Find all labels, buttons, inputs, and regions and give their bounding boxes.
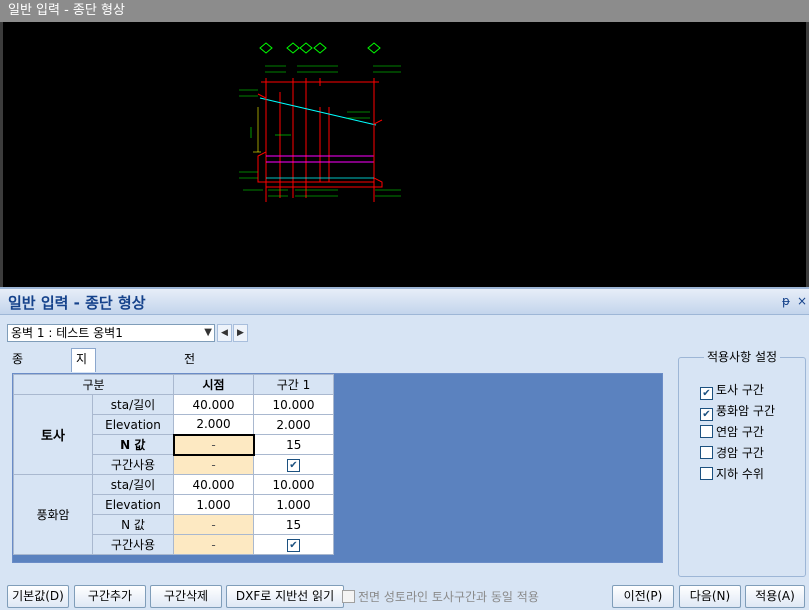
section-lines xyxy=(265,84,375,202)
station-markers xyxy=(259,42,381,54)
cell-section1-checkbox[interactable]: ✔ xyxy=(253,534,334,555)
cad-window-title: 일반 입력 - 종단 형상 xyxy=(0,0,809,22)
option-weathered[interactable]: ✔ 풍화암 구간 xyxy=(700,402,775,421)
weathered-group-label: 풍화암 xyxy=(13,474,93,555)
checkbox[interactable]: ✔ xyxy=(700,387,713,400)
read-dxf-button[interactable]: DXF로 지반선 읽기 xyxy=(226,585,344,608)
table-header-row: 구분 시점 구간 1 xyxy=(13,374,334,395)
table-row: 풍화암 sta/길이 40.000 10.000 xyxy=(13,474,334,555)
cell-section1[interactable]: 15 xyxy=(253,514,334,535)
close-icon[interactable]: × xyxy=(797,294,807,308)
cell-section1[interactable]: 15 xyxy=(253,434,334,455)
check-icon[interactable]: ✔ xyxy=(287,459,300,472)
checkbox[interactable]: ✔ xyxy=(700,408,713,421)
option-hard-rock[interactable]: 경암 구간 xyxy=(700,444,764,461)
cell-section1[interactable]: 1.000 xyxy=(253,494,334,515)
wall-select-value: 옹벽 1 : 테스트 옹벽1 xyxy=(11,326,123,340)
cell-start: - xyxy=(173,454,254,475)
pin-icon[interactable]: ᵽ xyxy=(782,294,790,308)
row-label: 구간사용 xyxy=(92,454,174,475)
delete-section-button[interactable]: 구간삭제 xyxy=(150,585,222,608)
checkbox[interactable] xyxy=(700,425,713,438)
cell-start[interactable]: 40.000 xyxy=(173,474,254,495)
checkbox[interactable] xyxy=(342,590,355,603)
header-section1: 구간 1 xyxy=(253,374,334,395)
cell-start: - xyxy=(173,534,254,555)
cell-start[interactable]: 1.000 xyxy=(173,494,254,515)
input-panel: 일반 입력 - 종단 형상 ᵽ × 옹벽 1 : 테스트 옹벽1 ▼ ◀ ▶ 종… xyxy=(0,287,809,610)
row-label: N 값 xyxy=(92,434,174,455)
cell-section1[interactable]: 2.000 xyxy=(253,414,334,435)
table-row: 토사 sta/길이 40.000 10.000 xyxy=(13,394,334,475)
add-section-button[interactable]: 구간추가 xyxy=(74,585,146,608)
top-labels xyxy=(265,65,401,73)
layer-grid: 구분 시점 구간 1 토사 sta/길이 40.000 10.000 Eleva… xyxy=(13,374,334,555)
row-label: 구간사용 xyxy=(92,534,174,555)
cell-section1[interactable]: 10.000 xyxy=(253,474,334,495)
cad-viewport[interactable] xyxy=(0,22,809,287)
yellow-marks xyxy=(253,107,261,153)
apply-button[interactable]: 적용(A) xyxy=(745,585,805,608)
cell-start[interactable]: 2.000 xyxy=(173,414,254,435)
header-group: 구분 xyxy=(13,374,174,395)
tab-longitudinal[interactable]: 종단 형상 xyxy=(8,349,27,426)
panel-title: 일반 입력 - 종단 형상 xyxy=(8,294,146,312)
side-labels xyxy=(239,89,370,179)
cell-start[interactable]: - xyxy=(173,514,254,535)
chevron-down-icon[interactable]: ▼ xyxy=(204,325,212,341)
tab-front-soil[interactable]: 전면 토사 xyxy=(180,349,199,426)
tab-ground-rock[interactable]: 지반선/암선 정보 xyxy=(71,348,97,486)
checkbox[interactable] xyxy=(700,467,713,480)
bottom-labels xyxy=(243,189,401,197)
cell-start[interactable]: 40.000 xyxy=(173,394,254,415)
prev-wall-button[interactable]: ◀ xyxy=(217,324,232,342)
checkbox[interactable] xyxy=(700,446,713,459)
next-wall-button[interactable]: ▶ xyxy=(233,324,248,342)
panel-header: 일반 입력 - 종단 형상 ᵽ × xyxy=(0,289,809,315)
next-button[interactable]: 다음(N) xyxy=(679,585,741,608)
cad-drawing xyxy=(239,42,401,202)
prev-button[interactable]: 이전(P) xyxy=(612,585,674,608)
row-label: Elevation xyxy=(92,414,174,435)
cell-section1-checkbox[interactable]: ✔ xyxy=(253,454,334,475)
top-dimension xyxy=(261,78,379,86)
header-start: 시점 xyxy=(173,374,254,395)
soil-line xyxy=(259,97,377,126)
cell-start[interactable]: - xyxy=(172,433,255,456)
wall-select[interactable]: 옹벽 1 : 테스트 옹벽1 ▼ xyxy=(7,324,215,342)
same-as-front-option[interactable]: 전면 성토라인 토사구간과 동일 적용 xyxy=(342,588,539,605)
soil-group-label: 토사 xyxy=(13,394,93,475)
row-label: Elevation xyxy=(92,494,174,515)
option-soft-rock[interactable]: 연암 구간 xyxy=(700,423,764,440)
options-title: 적용사항 설정 xyxy=(678,348,806,365)
row-label: sta/길이 xyxy=(92,394,174,415)
default-button[interactable]: 기본값(D) xyxy=(7,585,69,608)
grid-area: 구분 시점 구간 1 토사 sta/길이 40.000 10.000 Eleva… xyxy=(12,373,663,563)
cell-section1[interactable]: 10.000 xyxy=(253,394,334,415)
check-icon[interactable]: ✔ xyxy=(287,539,300,552)
option-soil[interactable]: ✔ 토사 구간 xyxy=(700,381,764,400)
row-label: N 값 xyxy=(92,514,174,535)
option-groundwater[interactable]: 지하 수위 xyxy=(700,465,764,482)
row-label: sta/길이 xyxy=(92,474,174,495)
